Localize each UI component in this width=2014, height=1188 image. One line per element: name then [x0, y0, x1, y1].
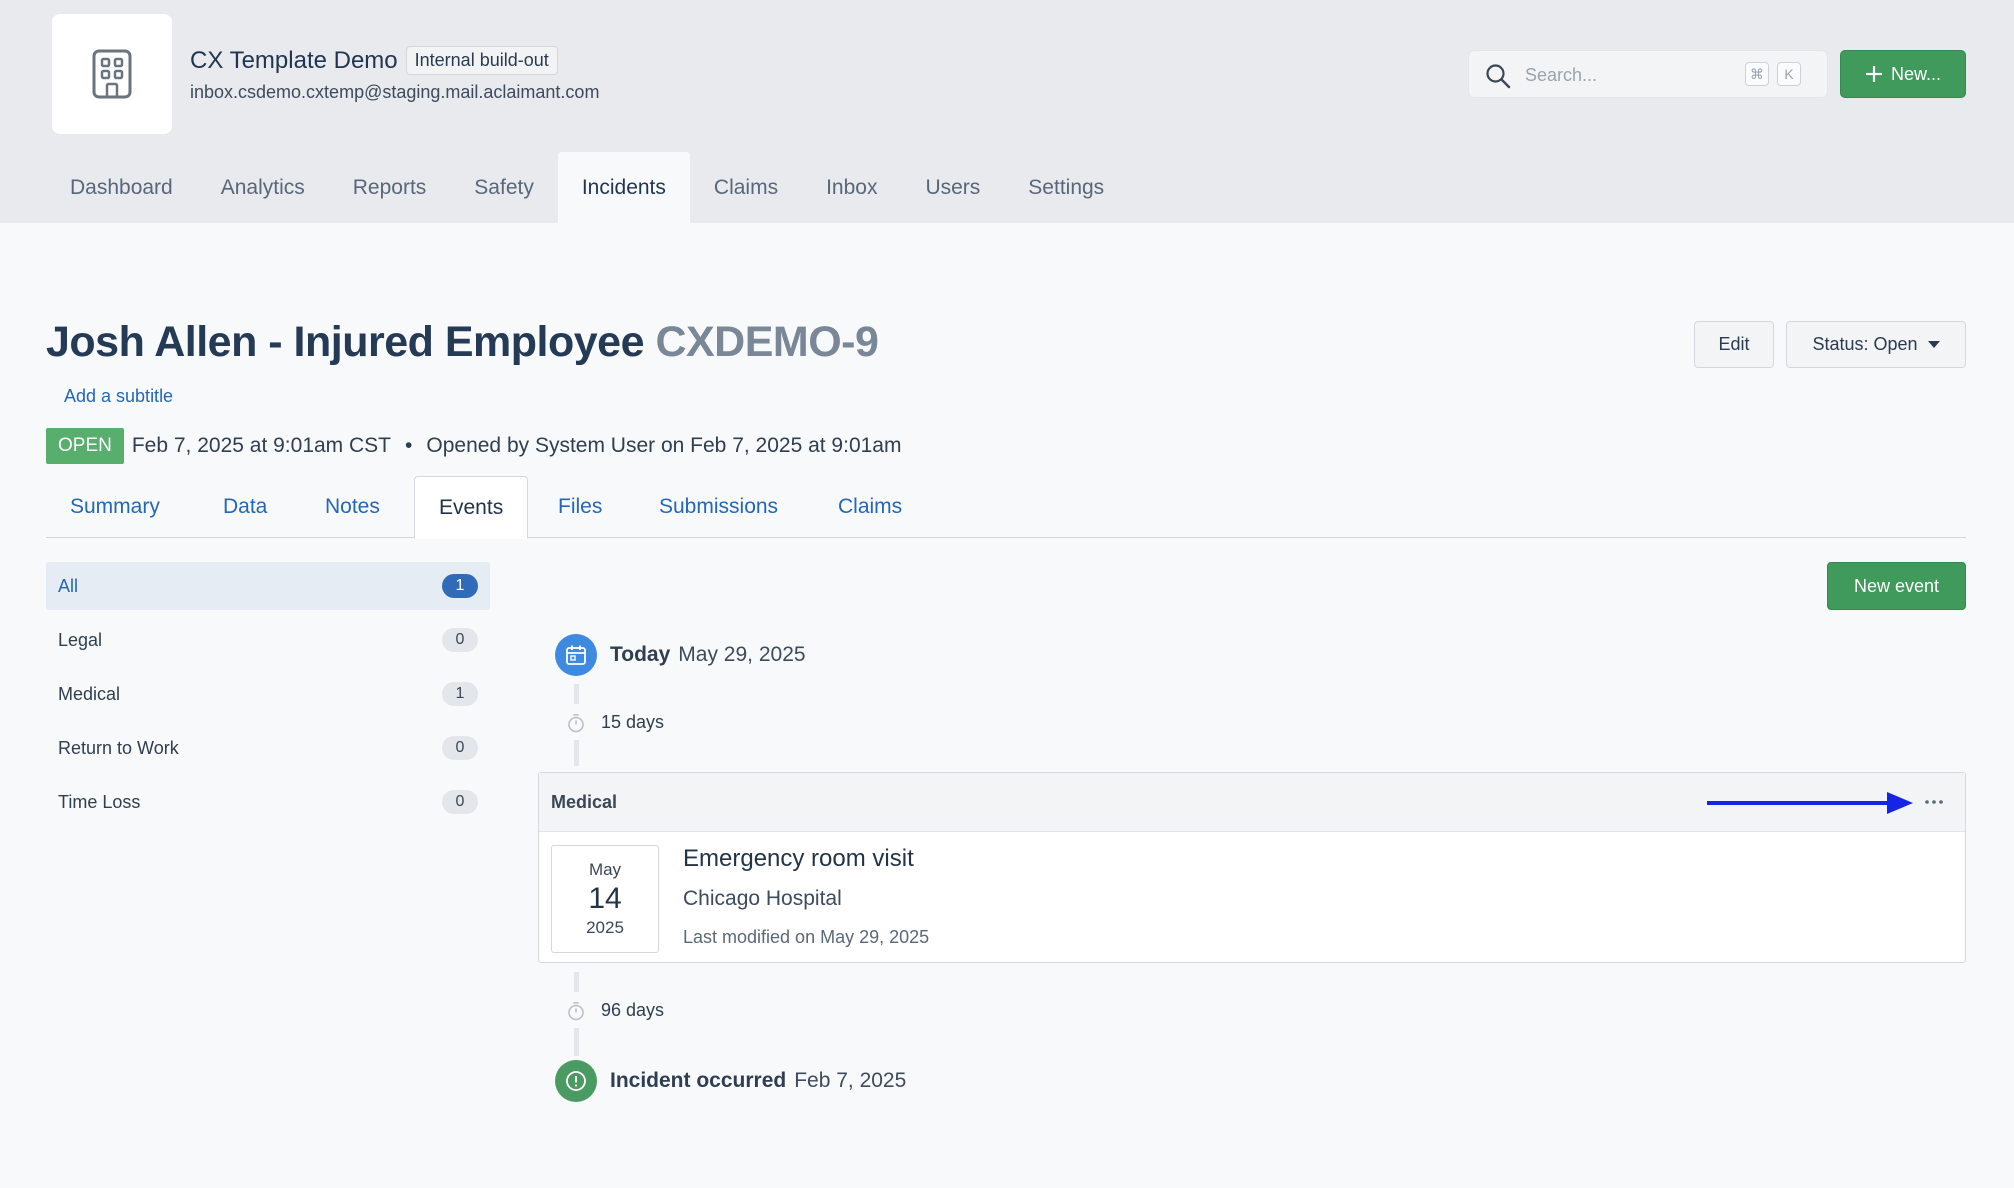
- search-box[interactable]: ⌘ K: [1468, 50, 1828, 99]
- plus-icon: [1865, 66, 1882, 82]
- today-row: Today May 29, 2025: [610, 643, 806, 667]
- main-nav: Dashboard Analytics Reports Safety Incid…: [46, 152, 1128, 223]
- annotation-arrow-icon: [1707, 792, 1913, 814]
- filter-count: 1: [442, 682, 478, 706]
- calendar-icon: [566, 645, 586, 665]
- filter-label: Medical: [58, 683, 121, 704]
- nav-reports[interactable]: Reports: [329, 152, 451, 223]
- event-month: May: [588, 860, 622, 879]
- filter-count: 0: [442, 736, 478, 760]
- today-label: Today: [610, 643, 671, 666]
- nav-claims[interactable]: Claims: [690, 152, 802, 223]
- search-input[interactable]: [1523, 51, 1727, 99]
- nav-inbox[interactable]: Inbox: [802, 152, 901, 223]
- filter-label: Legal: [58, 629, 103, 650]
- incident-tabs: Summary Data Notes Events Files Submissi…: [46, 476, 1966, 539]
- event-modified: Last modified on May 29, 2025: [683, 927, 930, 947]
- filter-all[interactable]: All 1: [46, 562, 490, 610]
- incident-meta: OPEN Feb 7, 2025 at 9:01am CST • Opened …: [46, 428, 901, 464]
- event-filter-list: All 1 Legal 0 Medical 1 Return to Work 0…: [46, 562, 490, 832]
- timeline-connector: [574, 1028, 579, 1056]
- top-header: CX Template Demo Internal build-out inbo…: [0, 0, 2014, 223]
- status-badge: OPEN: [46, 428, 124, 464]
- building-icon: [92, 49, 132, 99]
- filter-return-to-work[interactable]: Return to Work 0: [46, 724, 490, 772]
- caret-down-icon: [1927, 340, 1940, 348]
- page-title: Josh Allen - Injured Employee CXDEMO-9: [46, 318, 879, 367]
- opened-at: Feb 7, 2025 at 9:01am CST: [131, 434, 392, 457]
- tab-data[interactable]: Data: [199, 476, 291, 538]
- duration-label: 15 days: [601, 712, 665, 732]
- incident-label: Incident occurred: [610, 1069, 787, 1092]
- event-card-header: Medical: [539, 773, 1965, 832]
- nav-settings[interactable]: Settings: [1004, 152, 1128, 223]
- nav-analytics[interactable]: Analytics: [197, 152, 329, 223]
- new-button-label: New...: [1890, 63, 1942, 84]
- event-category: Medical: [551, 792, 618, 812]
- nav-safety[interactable]: Safety: [450, 152, 558, 223]
- event-year: 2025: [586, 918, 624, 937]
- shortcut-cmd-key: ⌘: [1745, 62, 1769, 86]
- environment-badge: Internal build-out: [405, 46, 558, 75]
- status-dropdown[interactable]: Status: Open: [1786, 321, 1966, 368]
- add-subtitle-link[interactable]: Add a subtitle: [64, 386, 173, 407]
- shortcut-k-key: K: [1777, 62, 1801, 86]
- tab-files[interactable]: Files: [534, 476, 626, 538]
- nav-dashboard[interactable]: Dashboard: [46, 152, 197, 223]
- filter-medical[interactable]: Medical 1: [46, 670, 490, 718]
- stopwatch-icon: [568, 713, 584, 732]
- filter-time-loss[interactable]: Time Loss 0: [46, 778, 490, 826]
- duration-label: 96 days: [601, 1000, 665, 1020]
- filter-label: Time Loss: [58, 791, 141, 812]
- alert-circle-icon: [566, 1071, 586, 1091]
- filter-label: All: [58, 575, 79, 596]
- tab-notes[interactable]: Notes: [301, 476, 404, 538]
- opened-by: Opened by System User on Feb 7, 2025 at …: [426, 434, 902, 457]
- filter-label: Return to Work: [58, 737, 179, 758]
- timeline-connector: [574, 740, 579, 766]
- incident-code: CXDEMO-9: [655, 318, 879, 366]
- event-day: 14: [588, 882, 622, 915]
- incident-row: Incident occurred Feb 7, 2025: [610, 1069, 906, 1093]
- today-marker: [555, 634, 597, 676]
- event-title[interactable]: Emergency room visit: [683, 845, 914, 873]
- edit-button[interactable]: Edit: [1694, 321, 1774, 368]
- incident-marker: [555, 1060, 597, 1102]
- filter-count: 0: [442, 628, 478, 652]
- tab-summary[interactable]: Summary: [46, 476, 184, 538]
- filter-count: 1: [442, 574, 478, 598]
- nav-users[interactable]: Users: [901, 152, 1004, 223]
- more-options-icon[interactable]: [1919, 787, 1949, 817]
- today-date: May 29, 2025: [678, 643, 806, 666]
- org-name: CX Template Demo: [190, 46, 398, 74]
- org-email: inbox.csdemo.cxtemp@staging.mail.aclaima…: [190, 82, 600, 102]
- org-logo[interactable]: [52, 14, 172, 134]
- new-button[interactable]: New...: [1840, 50, 1966, 98]
- event-card[interactable]: Medical May 14 2025 Emergency room visit…: [538, 772, 1966, 963]
- meta-separator: •: [405, 434, 413, 457]
- filter-count: 0: [442, 790, 478, 814]
- new-event-button[interactable]: New event: [1827, 562, 1966, 610]
- timeline-connector: [574, 972, 579, 992]
- filter-legal[interactable]: Legal 0: [46, 616, 490, 664]
- duration-row: 15 days: [567, 712, 664, 733]
- nav-incidents[interactable]: Incidents: [557, 152, 690, 223]
- duration-row: 96 days: [567, 1000, 664, 1021]
- tab-claims[interactable]: Claims: [814, 476, 926, 538]
- event-date-box: May 14 2025: [551, 845, 659, 953]
- stopwatch-icon: [568, 1001, 584, 1020]
- org-name-row: CX Template Demo Internal build-out: [190, 46, 558, 75]
- event-location: Chicago Hospital: [683, 887, 842, 910]
- status-dropdown-label: Status: Open: [1812, 334, 1918, 354]
- tab-submissions[interactable]: Submissions: [635, 476, 802, 538]
- search-icon: [1486, 64, 1511, 89]
- incident-date: Feb 7, 2025: [794, 1069, 907, 1092]
- incident-title: Josh Allen - Injured Employee: [46, 318, 644, 366]
- tab-events[interactable]: Events: [414, 476, 529, 539]
- timeline-connector: [574, 684, 579, 704]
